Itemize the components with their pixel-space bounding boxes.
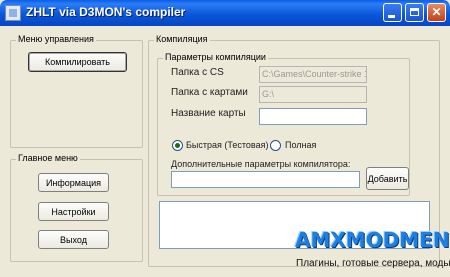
maps-folder-label: Папка с картами <box>171 87 248 98</box>
watermark-logo: AMXMODMENU <box>295 228 450 252</box>
title-bar[interactable]: ZHLT via D3MON's compiler ✕ <box>0 0 450 26</box>
exit-button[interactable]: Выход <box>38 230 109 249</box>
mode-full-radio[interactable] <box>270 140 281 151</box>
compile-params-group: Параметры компиляции Папка с CS C:\Games… <box>157 52 410 196</box>
control-menu-group: Меню управления Компилировать <box>10 34 143 148</box>
control-menu-legend: Меню управления <box>16 34 96 44</box>
extra-params-label: Дополнительные параметры компилятора: <box>171 159 351 169</box>
maximize-icon <box>410 8 419 16</box>
cs-folder-label: Папка с CS <box>171 67 224 78</box>
main-menu-group: Главное меню Информация Настройки Выход <box>10 153 143 262</box>
minimize-icon <box>388 15 395 18</box>
compile-button[interactable]: Компилировать <box>28 52 127 72</box>
window-title: ZHLT via D3MON's compiler <box>26 5 186 19</box>
minimize-button[interactable] <box>383 3 402 22</box>
mode-fast-label[interactable]: Быстрая (Тестовая) <box>186 140 268 150</box>
watermark-subtitle: Плагины, готовые сервера, моды <box>296 258 450 269</box>
map-name-label: Название карты <box>171 108 246 119</box>
cs-folder-input[interactable]: C:\Games\Counter-strike 1.6 <box>259 66 367 83</box>
mode-fast-radio[interactable] <box>172 140 183 151</box>
compile-params-legend: Параметры компиляции <box>163 52 268 62</box>
compilation-legend: Компиляция <box>154 34 210 44</box>
extra-params-input[interactable] <box>171 171 360 188</box>
compiler-window: ZHLT via D3MON's compiler ✕ Меню управле… <box>0 0 450 277</box>
settings-button[interactable]: Настройки <box>38 202 109 221</box>
add-button[interactable]: Добавить <box>366 167 409 190</box>
app-icon[interactable] <box>5 5 21 21</box>
maximize-button[interactable] <box>405 3 424 22</box>
close-button[interactable]: ✕ <box>427 3 446 22</box>
map-name-input[interactable] <box>259 108 367 125</box>
mode-full-label[interactable]: Полная <box>285 140 316 150</box>
info-button[interactable]: Информация <box>38 173 109 192</box>
close-icon: ✕ <box>431 5 442 19</box>
main-menu-legend: Главное меню <box>16 153 80 163</box>
maps-folder-input[interactable]: G:\ <box>259 86 367 103</box>
